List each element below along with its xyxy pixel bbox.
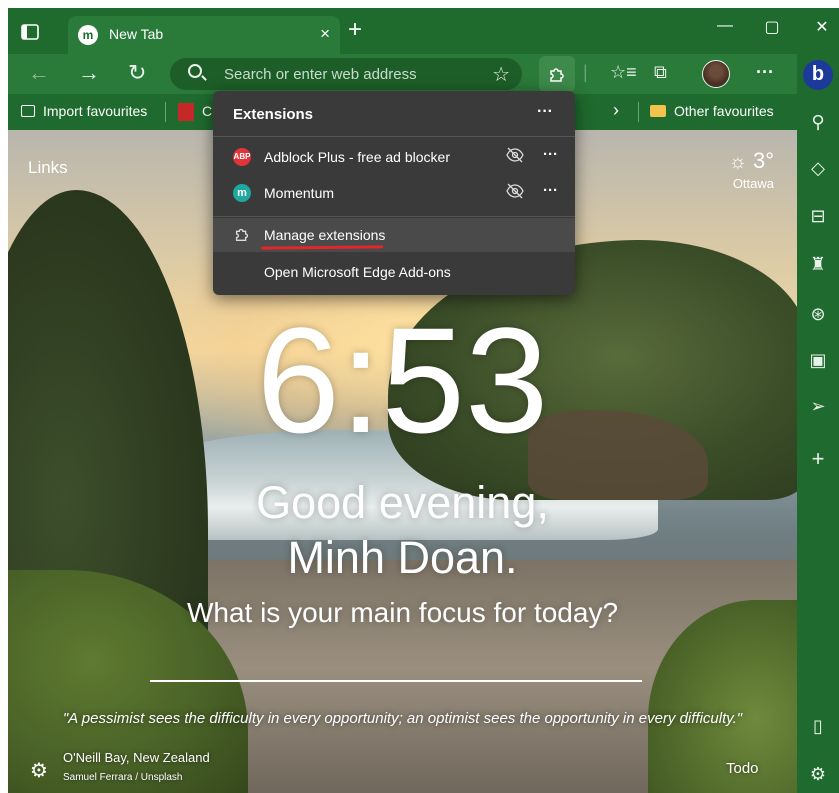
games-icon[interactable]: ♜ — [797, 254, 839, 275]
back-button[interactable]: ← — [28, 62, 50, 84]
bing-icon[interactable]: b — [803, 60, 833, 90]
photo-location[interactable]: O'Neill Bay, New Zealand — [63, 750, 210, 765]
import-favourites-link[interactable]: Import favourites — [21, 103, 147, 119]
sun-icon: ☼ — [728, 151, 747, 173]
daily-quote[interactable]: "A pessimist sees the difficulty in ever… — [8, 710, 797, 727]
greeting-name: Minh Doan. — [287, 532, 518, 583]
extensions-popup-title: Extensions — [233, 106, 314, 123]
search-icon — [188, 64, 202, 78]
import-favourites-label: Import favourites — [43, 103, 148, 119]
other-favourites-folder[interactable]: Other favourites — [650, 103, 774, 119]
extension-more-button[interactable]: ··· — [543, 182, 558, 199]
focus-question: What is your main focus for today? — [186, 597, 619, 628]
todo-button[interactable]: Todo — [726, 760, 759, 777]
extensions-popup-more-button[interactable]: ··· — [537, 103, 553, 121]
edge-sidebar: b ⚲ ◇ ⊟ ♜ ⊛ ▣ ➢ + ▯ ⚙ — [797, 54, 839, 793]
greeting-line-1: Good evening, — [256, 477, 549, 528]
photo-credit[interactable]: Samuel Ferrara / Unsplash — [63, 772, 183, 783]
extension-row-adblock[interactable]: ABP Adblock Plus - free ad blocker ··· — [213, 139, 575, 175]
profile-avatar[interactable] — [702, 60, 730, 88]
maximize-button[interactable]: ▢ — [752, 17, 792, 37]
window-close-button[interactable]: ✕ — [802, 17, 839, 37]
new-tab-button[interactable]: + — [348, 18, 362, 42]
sidebar-settings-gear-icon[interactable]: ⚙ — [797, 764, 839, 785]
weather-widget[interactable]: ☼ 3° Ottawa — [704, 148, 774, 191]
minimize-button[interactable]: — — [705, 17, 745, 35]
favourites-divider — [165, 102, 166, 122]
tools-briefcase-icon[interactable]: ⊟ — [797, 206, 839, 227]
tab-new-tab[interactable]: m New Tab × — [68, 16, 340, 54]
links-button[interactable]: Links — [28, 158, 68, 178]
extensions-popup: Extensions ··· ABP Adblock Plus - free a… — [213, 91, 575, 295]
momentum-settings-gear-icon[interactable]: ⚙ — [30, 758, 48, 783]
other-favourites-label: Other favourites — [674, 103, 774, 119]
outlook-icon[interactable]: ▣ — [797, 350, 839, 371]
shopping-tag-icon[interactable]: ◇ — [797, 158, 839, 179]
settings-more-button[interactable]: ··· — [756, 62, 774, 83]
import-icon — [21, 105, 35, 117]
address-bar[interactable]: Search or enter web address ☆ — [170, 58, 522, 90]
momentum-logo-icon: m — [233, 184, 251, 202]
extensions-button[interactable] — [539, 56, 575, 92]
weather-temperature: 3° — [752, 148, 774, 173]
open-edge-addons-label: Open Microsoft Edge Add-ons — [264, 264, 451, 280]
bookmark-favicon-icon — [178, 103, 194, 121]
hide-from-toolbar-eye-slash-icon[interactable] — [506, 183, 524, 203]
favourites-overflow-chevron-icon[interactable]: › — [613, 100, 619, 121]
momentum-favicon-icon: m — [78, 25, 98, 45]
collections-icon[interactable]: ⧉ — [654, 62, 667, 83]
tab-actions-icon[interactable] — [20, 22, 40, 42]
address-placeholder: Search or enter web address — [224, 66, 417, 83]
red-annotation-underline — [260, 245, 384, 250]
clock-time: 6:53 — [256, 296, 549, 464]
popup-divider — [213, 136, 575, 137]
extension-more-button[interactable]: ··· — [543, 146, 558, 163]
weather-city: Ottawa — [732, 176, 774, 191]
popup-divider — [213, 216, 575, 217]
adblock-plus-logo-icon: ABP — [233, 148, 251, 166]
puzzle-icon — [233, 225, 251, 248]
focus-input[interactable] — [150, 680, 642, 682]
hide-from-toolbar-eye-slash-icon[interactable] — [506, 147, 524, 167]
open-edge-addons-item[interactable]: Open Microsoft Edge Add-ons — [213, 253, 575, 289]
extension-name: Momentum — [264, 185, 335, 201]
greeting: Good evening, Minh Doan. — [8, 475, 797, 585]
title-bar: m New Tab × + — ▢ ✕ — [8, 8, 839, 54]
search-icon[interactable]: ⚲ — [797, 112, 839, 133]
manage-extensions-label: Manage extensions — [264, 227, 386, 243]
favourites-divider — [638, 102, 639, 122]
add-favorite-icon[interactable]: ☆ — [492, 62, 510, 87]
extension-row-momentum[interactable]: m Momentum ··· — [213, 175, 575, 211]
forward-button[interactable]: → — [78, 62, 100, 84]
extension-name: Adblock Plus - free ad blocker — [264, 149, 450, 165]
manage-extensions-item[interactable]: Manage extensions — [213, 218, 575, 252]
refresh-button[interactable]: ↻ — [128, 62, 146, 84]
send-icon[interactable]: ➢ — [797, 396, 839, 417]
tab-close-icon[interactable]: × — [320, 24, 330, 44]
tab-title: New Tab — [109, 26, 164, 42]
toolbar-divider: | — [583, 62, 588, 82]
hide-sidebar-icon[interactable]: ▯ — [797, 716, 839, 737]
navigation-bar: ← → ↻ Search or enter web address ☆ | ☆≡… — [8, 54, 839, 94]
add-sidebar-app-icon[interactable]: + — [797, 446, 839, 472]
folder-icon — [650, 105, 666, 117]
bookmark-item-truncated[interactable]: C — [202, 103, 212, 119]
favorites-icon[interactable]: ☆≡ — [610, 62, 637, 83]
copilot-icon[interactable]: ⊛ — [797, 304, 839, 325]
